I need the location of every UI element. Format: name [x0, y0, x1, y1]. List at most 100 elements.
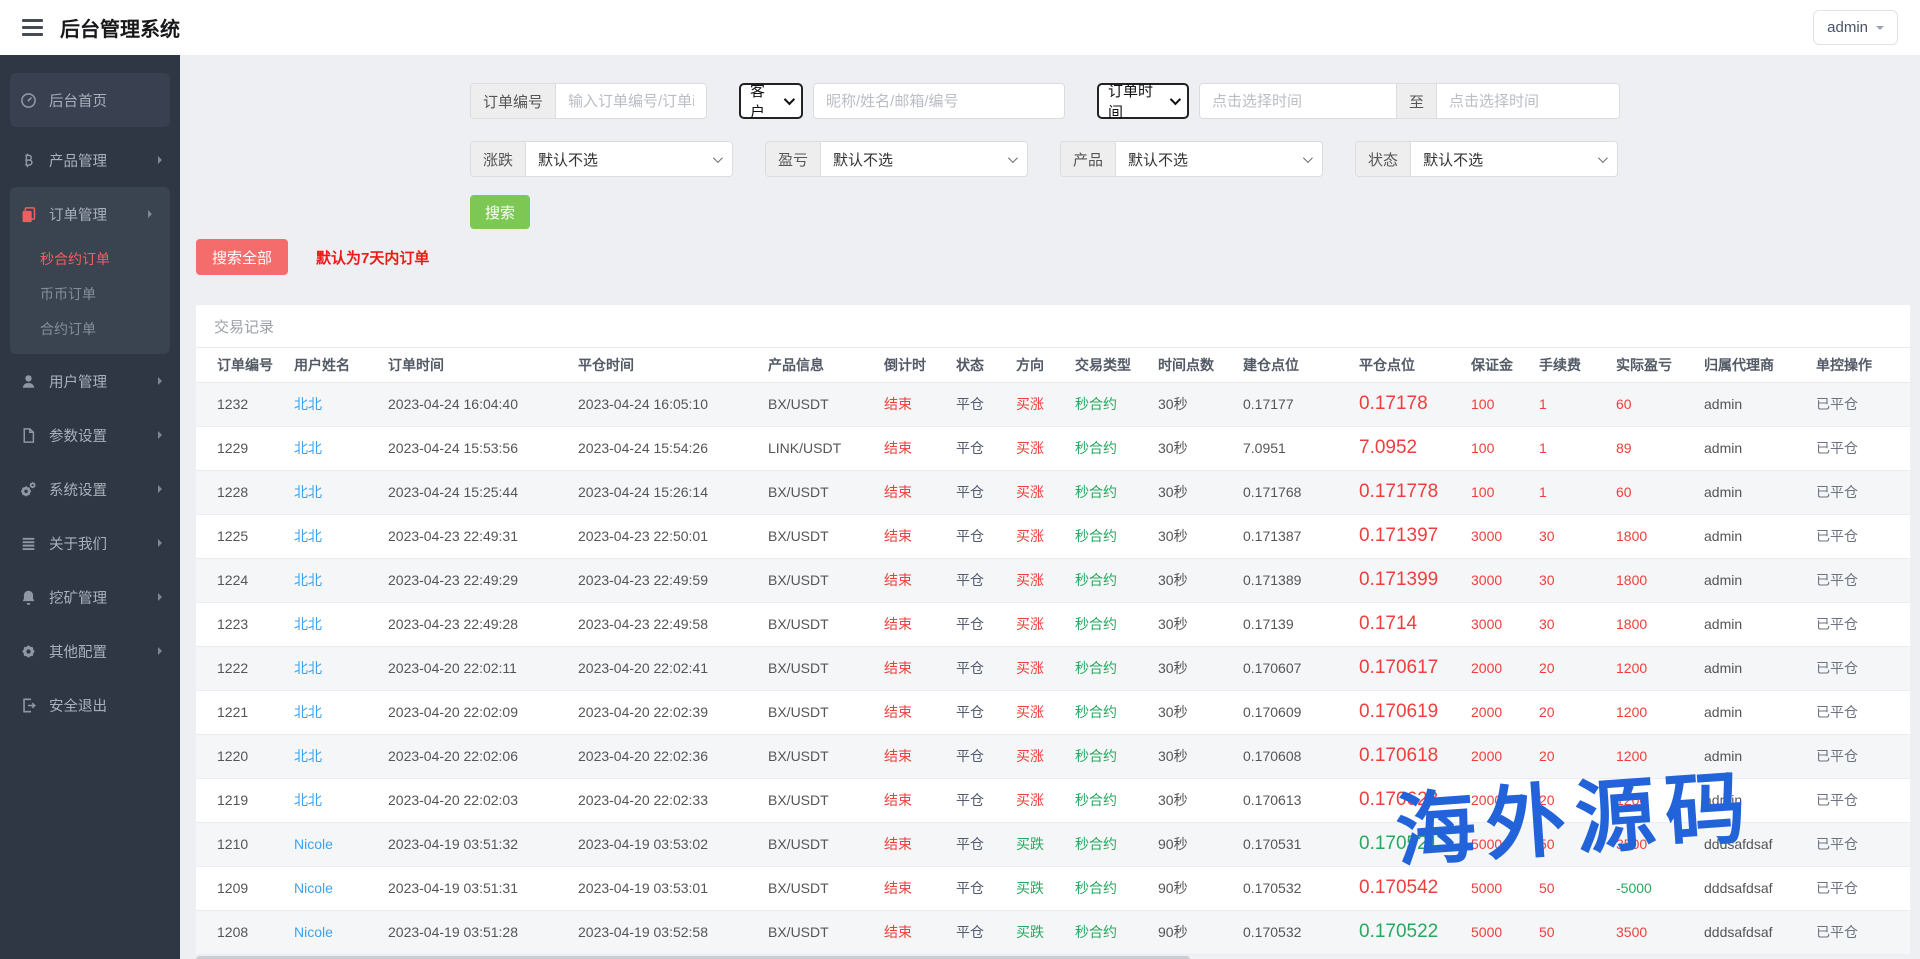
cell-action: 已平仓	[1816, 470, 1910, 514]
cell-order-id: 1225	[196, 514, 294, 558]
cell-action: 已平仓	[1816, 910, 1910, 954]
time-type-select[interactable]: 订单时间	[1097, 83, 1189, 119]
time-from-input[interactable]	[1200, 84, 1396, 118]
order-no-input[interactable]	[556, 84, 706, 118]
cell-countdown: 结束	[884, 866, 956, 910]
table-row: 1225 北北 2023-04-23 22:49:31 2023-04-23 2…	[196, 514, 1910, 558]
profit-filter: 盈亏 默认不选	[765, 141, 1028, 177]
cell-pnl: 89	[1616, 426, 1704, 470]
customer-type-select[interactable]: 客户	[739, 83, 803, 119]
sidebar-item-label: 订单管理	[49, 204, 107, 225]
user-link[interactable]: 北北	[294, 690, 388, 734]
chevron-right-icon	[158, 593, 166, 601]
cell-open-price: 0.170613	[1243, 778, 1359, 822]
order-no-filter: 订单编号	[470, 83, 707, 119]
column-header: 交易类型	[1075, 348, 1158, 382]
cell-countdown: 结束	[884, 646, 956, 690]
customer-input[interactable]	[813, 83, 1065, 119]
horizontal-scrollbar[interactable]	[196, 955, 1910, 959]
sidebar-item-home[interactable]: 后台首页	[10, 73, 170, 127]
sidebar-item-label: 用户管理	[49, 371, 107, 392]
user-icon	[20, 373, 37, 390]
sidebar-item-products[interactable]: 产品管理	[0, 133, 180, 187]
column-header: 订单时间	[388, 348, 578, 382]
sidebar-subitem-coin-orders[interactable]: 币币订单	[10, 276, 170, 311]
sidebar-item-system-settings[interactable]: 系统设置	[0, 462, 180, 516]
chevron-down-icon	[1876, 26, 1884, 34]
cell-fee: 20	[1539, 734, 1616, 778]
user-link[interactable]: 北北	[294, 514, 388, 558]
user-link[interactable]: Nicole	[294, 866, 388, 910]
status-label: 状态	[1356, 142, 1411, 176]
gear-icon	[20, 643, 37, 660]
cell-duration: 90秒	[1158, 866, 1243, 910]
cell-duration: 30秒	[1158, 602, 1243, 646]
sidebar-item-about-us[interactable]: 关于我们	[0, 516, 180, 570]
column-header: 归属代理商	[1704, 348, 1816, 382]
cell-open-price: 0.171768	[1243, 470, 1359, 514]
sidebar-item-other-config[interactable]: 其他配置	[0, 624, 180, 678]
cell-close-time: 2023-04-23 22:50:01	[578, 514, 768, 558]
column-header: 产品信息	[768, 348, 884, 382]
user-link[interactable]: 北北	[294, 646, 388, 690]
product-value: 默认不选	[1128, 149, 1188, 170]
hamburger-menu-icon[interactable]	[22, 19, 43, 36]
user-link[interactable]: Nicole	[294, 822, 388, 866]
cell-fee: 20	[1539, 778, 1616, 822]
user-link[interactable]: 北北	[294, 558, 388, 602]
cell-direction: 买涨	[1016, 778, 1075, 822]
user-link[interactable]: 北北	[294, 778, 388, 822]
sidebar-item-logout[interactable]: 安全退出	[0, 678, 180, 732]
chevron-down-icon	[1598, 153, 1608, 163]
card-title: 交易记录	[196, 305, 1910, 348]
cell-product: BX/USDT	[768, 602, 884, 646]
sidebar-item-users[interactable]: 用户管理	[0, 354, 180, 408]
cell-trade-type: 秒合约	[1075, 646, 1158, 690]
cell-pnl: 3500	[1616, 822, 1704, 866]
profit-select[interactable]: 默认不选	[821, 142, 1027, 176]
cell-pnl: 1800	[1616, 602, 1704, 646]
user-link[interactable]: Nicole	[294, 910, 388, 954]
user-link[interactable]: 北北	[294, 470, 388, 514]
sidebar-subitem-contract-orders[interactable]: 合约订单	[10, 311, 170, 346]
cell-countdown: 结束	[884, 734, 956, 778]
cell-close-price: 0.170618	[1359, 734, 1471, 778]
time-to-input[interactable]	[1437, 84, 1619, 118]
sidebar-item-parameters[interactable]: 参数设置	[0, 408, 180, 462]
cell-margin: 2000	[1471, 778, 1539, 822]
sidebar-subitem-second-contract-orders[interactable]: 秒合约订单	[10, 241, 170, 276]
user-link[interactable]: 北北	[294, 426, 388, 470]
table-row: 1209 Nicole 2023-04-19 03:51:31 2023-04-…	[196, 866, 1910, 910]
user-link[interactable]: 北北	[294, 602, 388, 646]
time-to-label: 至	[1397, 84, 1437, 118]
cell-close-time: 2023-04-24 16:05:10	[578, 382, 768, 426]
dashboard-icon	[20, 92, 37, 109]
sidebar-subitem-label: 合约订单	[40, 319, 96, 339]
cell-open-time: 2023-04-24 15:53:56	[388, 426, 578, 470]
search-button[interactable]: 搜索	[470, 195, 530, 229]
cell-pnl: 1800	[1616, 558, 1704, 602]
status-select[interactable]: 默认不选	[1411, 142, 1617, 176]
cell-agent: admin	[1704, 470, 1816, 514]
product-select[interactable]: 默认不选	[1116, 142, 1322, 176]
updown-select[interactable]: 默认不选	[526, 142, 732, 176]
table-row: 1219 北北 2023-04-20 22:02:03 2023-04-20 2…	[196, 778, 1910, 822]
cell-pnl: 1200	[1616, 734, 1704, 778]
cell-close-price: 0.170619	[1359, 690, 1471, 734]
sidebar-item-mining[interactable]: 挖矿管理	[0, 570, 180, 624]
user-link[interactable]: 北北	[294, 734, 388, 778]
user-dropdown[interactable]: admin	[1813, 10, 1898, 45]
cell-product: BX/USDT	[768, 778, 884, 822]
search-all-button[interactable]: 搜索全部	[196, 239, 288, 275]
cell-open-time: 2023-04-23 22:49:29	[388, 558, 578, 602]
column-header: 单控操作	[1816, 348, 1910, 382]
cell-margin: 3000	[1471, 514, 1539, 558]
column-header: 手续费	[1539, 348, 1616, 382]
cell-status: 平仓	[956, 646, 1016, 690]
cell-direction: 买涨	[1016, 690, 1075, 734]
sidebar-item-orders[interactable]: 订单管理	[10, 187, 170, 241]
cell-action: 已平仓	[1816, 778, 1910, 822]
cell-product: LINK/USDT	[768, 426, 884, 470]
user-link[interactable]: 北北	[294, 382, 388, 426]
product-filter: 产品 默认不选	[1060, 141, 1323, 177]
